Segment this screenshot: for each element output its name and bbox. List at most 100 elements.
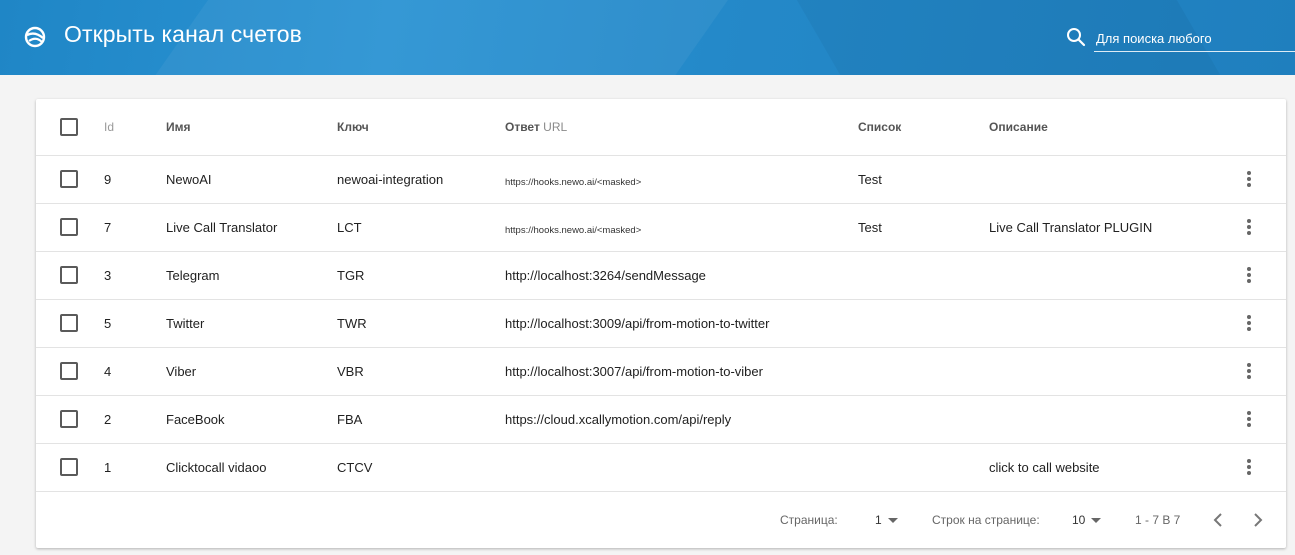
row-checkbox[interactable] [60, 410, 78, 428]
cell-list [858, 299, 989, 347]
column-header-id[interactable]: Id [104, 99, 166, 156]
page-select-value: 1 [875, 513, 882, 527]
row-select-cell [36, 251, 104, 299]
row-actions-cell [1211, 299, 1286, 347]
table-row[interactable]: 4 Viber VBR http://localhost:3007/api/from-… [36, 347, 1286, 395]
column-header-name[interactable]: Имя [166, 99, 337, 156]
table-header-row: Id Имя Ключ Ответ URL Список Описание [36, 99, 1286, 156]
cell-url: http://localhost:3009/api/from-motion-to… [505, 315, 770, 331]
table-row[interactable]: 7 Live Call Translator LCT https://hooks.ne… [36, 203, 1286, 251]
table-row[interactable]: 9 NewoAI newoai-integration https://hooks.n… [36, 155, 1286, 203]
row-select-cell [36, 347, 104, 395]
page-title: Открыть канал счетов [64, 21, 302, 47]
app-header: Открыть канал счетов [0, 0, 1295, 75]
cell-id: 1 [104, 459, 112, 475]
cell-name: FaceBook [166, 411, 225, 427]
row-checkbox[interactable] [60, 266, 78, 284]
cell-key: newoai-integration [337, 171, 444, 187]
row-checkbox[interactable] [60, 218, 78, 236]
cell-name: NewoAI [166, 171, 212, 187]
cell-description: click to call website [989, 459, 1100, 475]
column-header-url[interactable]: Ответ URL [505, 99, 858, 156]
select-all-checkbox[interactable] [60, 117, 78, 136]
more-vert-icon[interactable] [1246, 313, 1251, 333]
cell-list: Test [858, 171, 882, 187]
pagination-footer: Страница: 1 Строк на странице: 10 1 - 7 … [36, 492, 1286, 548]
cell-description [989, 395, 1211, 443]
cell-name: Twitter [166, 315, 205, 331]
rows-per-page-select[interactable]: 10 [1072, 513, 1102, 527]
cell-id: 4 [104, 363, 112, 379]
cell-key: VBR [337, 363, 364, 379]
column-header-key[interactable]: Ключ [337, 99, 505, 156]
next-page-button[interactable] [1243, 505, 1273, 535]
cell-list [858, 347, 989, 395]
row-select-cell [36, 203, 104, 251]
page-select[interactable]: 1 [875, 513, 898, 527]
row-actions-cell [1211, 395, 1286, 443]
more-vert-icon[interactable] [1246, 457, 1251, 477]
cell-name: Clicktocall vidaoo [166, 459, 267, 475]
column-header-url-suffix: URL [543, 119, 568, 134]
row-actions-cell [1211, 251, 1286, 299]
column-header-url-main: Ответ [505, 119, 540, 134]
prev-page-button[interactable] [1203, 505, 1233, 535]
column-header-actions [1211, 99, 1286, 156]
cell-description [989, 347, 1211, 395]
chevron-left-icon [1213, 513, 1222, 527]
search-input[interactable] [1094, 26, 1295, 52]
row-checkbox[interactable] [60, 362, 78, 380]
cell-name: Live Call Translator [166, 219, 278, 235]
more-vert-icon[interactable] [1246, 169, 1251, 189]
page-range: 1 - 7 В 7 [1135, 513, 1181, 527]
chevron-right-icon [1254, 513, 1263, 527]
column-header-list[interactable]: Список [858, 99, 989, 156]
row-select-cell [36, 299, 104, 347]
cell-id: 3 [104, 267, 112, 283]
column-header-description[interactable]: Описание [989, 99, 1211, 156]
cell-id: 5 [104, 315, 112, 331]
more-vert-icon[interactable] [1246, 265, 1251, 285]
chevron-down-icon [1091, 518, 1102, 524]
row-checkbox[interactable] [60, 314, 78, 332]
cell-list [858, 395, 989, 443]
cell-name: Viber [166, 363, 197, 379]
more-vert-icon[interactable] [1246, 409, 1251, 429]
rows-per-page-label: Строк на странице: [932, 513, 1040, 527]
cell-description [989, 251, 1211, 299]
more-vert-icon[interactable] [1246, 217, 1251, 237]
cell-list [858, 443, 989, 491]
cell-key: LCT [337, 219, 362, 235]
cell-key: TGR [337, 267, 365, 283]
cell-id: 2 [104, 411, 112, 427]
row-actions-cell [1211, 347, 1286, 395]
row-actions-cell [1211, 155, 1286, 203]
row-select-cell [36, 443, 104, 491]
table-row[interactable]: 1 Clicktocall vidaoo CTCV click to call web… [36, 443, 1286, 491]
cell-url [505, 443, 858, 491]
page-label: Страница: [780, 513, 838, 527]
cell-description [989, 155, 1211, 203]
cell-name: Telegram [166, 267, 220, 283]
more-vert-icon[interactable] [1246, 361, 1251, 381]
row-checkbox[interactable] [60, 170, 78, 188]
accounts-table: Id Имя Ключ Ответ URL Список Описание 9 N… [36, 99, 1286, 492]
globe-logo-icon [24, 26, 46, 48]
cell-url: https://hooks.newo.ai/<masked> [505, 224, 642, 236]
cell-list [858, 251, 989, 299]
search-icon[interactable] [1066, 27, 1086, 47]
cell-url: http://localhost:3264/sendMessage [505, 267, 706, 283]
table-row[interactable]: 5 Twitter TWR http://localhost:3009/api/fro… [36, 299, 1286, 347]
cell-description: Live Call Translator PLUGIN [989, 219, 1153, 235]
cell-url: http://localhost:3007/api/from-motion-to… [505, 363, 763, 379]
cell-id: 7 [104, 219, 112, 235]
row-checkbox[interactable] [60, 458, 78, 476]
table-row[interactable]: 2 FaceBook FBA https://cloud.xcallymotion.c… [36, 395, 1286, 443]
chevron-down-icon [887, 518, 898, 524]
table-row[interactable]: 3 Telegram TGR http://localhost:3264/sendMe… [36, 251, 1286, 299]
row-select-cell [36, 395, 104, 443]
cell-url: https://hooks.newo.ai/<masked> [505, 176, 642, 188]
row-actions-cell [1211, 203, 1286, 251]
cell-url: https://cloud.xcallymotion.com/api/reply [505, 411, 732, 427]
select-all-cell [36, 99, 104, 156]
